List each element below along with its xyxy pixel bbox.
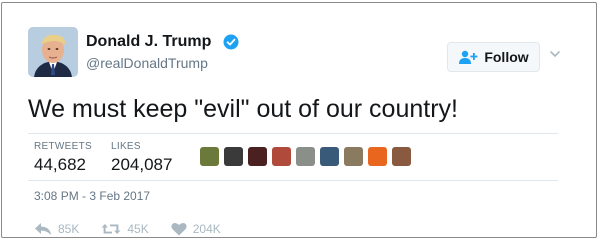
- liker-avatar-2[interactable]: [224, 147, 243, 166]
- liker-avatar-8[interactable]: [368, 147, 387, 166]
- add-user-icon: [459, 50, 478, 64]
- liker-avatar-6[interactable]: [320, 147, 339, 166]
- retweet-icon: [101, 224, 121, 234]
- reply-count: 85K: [58, 222, 80, 236]
- author-name[interactable]: Donald J. Trump: [86, 33, 211, 51]
- likes-stat[interactable]: LIKES 204,087: [111, 141, 172, 175]
- chevron-down-icon[interactable]: [549, 48, 561, 60]
- retweet-count: 45K: [127, 222, 149, 236]
- liker-avatar-1[interactable]: [200, 147, 219, 166]
- liker-avatar-3[interactable]: [248, 147, 267, 166]
- stats-divider-top: [28, 133, 558, 134]
- verified-icon: [223, 34, 239, 50]
- retweets-stat[interactable]: RETWEETS 44,682: [34, 141, 92, 175]
- likes-value: 204,087: [111, 155, 173, 174]
- author-handle[interactable]: @realDonaldTrump: [86, 55, 208, 71]
- tweet-text: We must keep "evil" out of our country!: [28, 95, 458, 123]
- tweet-timestamp[interactable]: 3:08 PM - 3 Feb 2017: [34, 189, 150, 203]
- tweet-actions: 85K 45K 204K: [34, 222, 243, 236]
- like-count: 204K: [192, 222, 221, 236]
- liker-avatar-5[interactable]: [296, 147, 315, 166]
- like-button[interactable]: 204K: [171, 222, 221, 236]
- author-avatar-image: [28, 27, 78, 77]
- retweet-button[interactable]: 45K: [101, 222, 149, 236]
- stats-divider-bottom: [28, 180, 558, 181]
- liker-avatar-7[interactable]: [344, 147, 363, 166]
- likes-label: LIKES: [111, 141, 141, 152]
- reply-button[interactable]: 85K: [34, 222, 79, 236]
- tweet-card: Donald J. Trump @realDonaldTrump Follow …: [1, 2, 597, 238]
- liked-by-avatars: [200, 147, 411, 166]
- author-avatar[interactable]: [28, 27, 78, 77]
- liker-avatar-4[interactable]: [272, 147, 291, 166]
- retweets-value: 44,682: [34, 155, 86, 174]
- heart-icon: [171, 222, 187, 236]
- retweets-label: RETWEETS: [34, 141, 92, 152]
- follow-button-label: Follow: [484, 49, 529, 65]
- follow-button[interactable]: Follow: [447, 42, 540, 72]
- reply-icon: [35, 223, 51, 235]
- liker-avatar-9[interactable]: [392, 147, 411, 166]
